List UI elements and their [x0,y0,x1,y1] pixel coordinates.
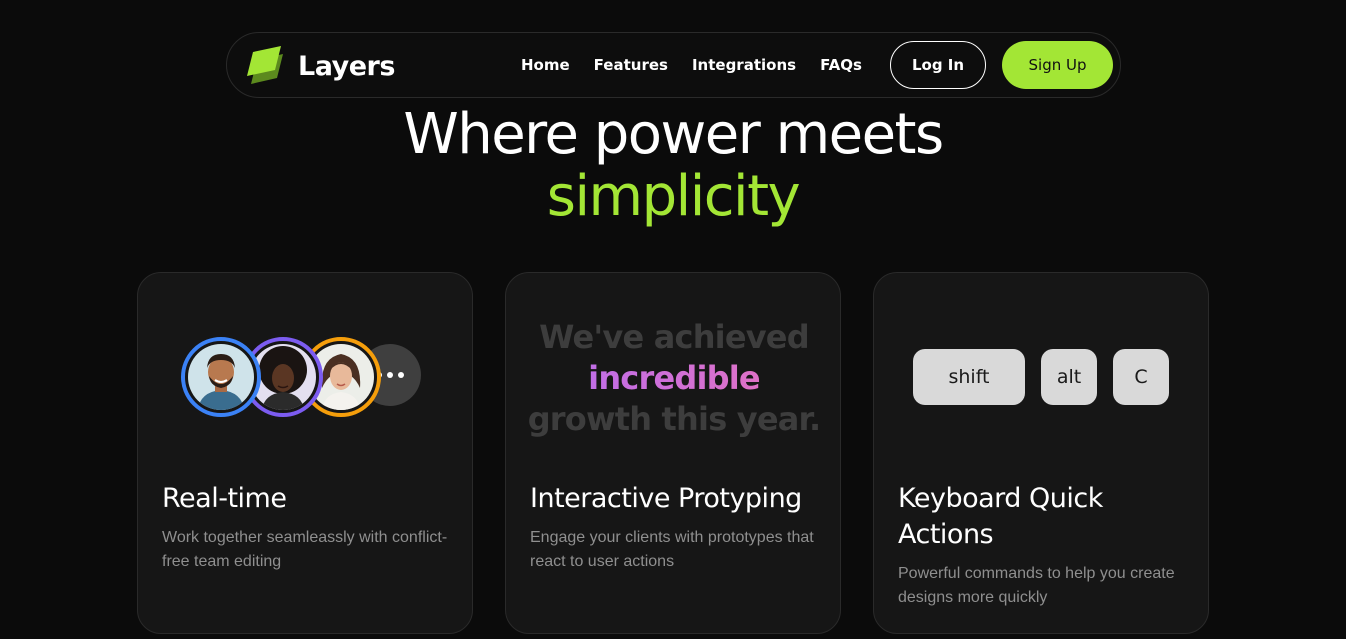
card-description: Work together seamleassly with conflict-… [162,529,448,570]
nav-link-faqs[interactable]: FAQs [820,56,862,74]
feature-card-keyboard: shift alt C Keyboard Quick Actions Power… [873,272,1209,634]
avatar [181,337,261,417]
signup-button[interactable]: Sign Up [1002,41,1113,89]
feature-card-prototyping: We've achieved incredible growth this ye… [505,272,841,634]
key-c: C [1113,349,1169,405]
brand-name: Layers [298,50,395,82]
nav-link-integrations[interactable]: Integrations [692,56,796,74]
reveal-text-line: growth this year. [527,400,821,438]
key-alt: alt [1041,349,1097,405]
card-description: Powerful commands to help you create des… [898,565,1175,606]
nav-link-features[interactable]: Features [594,56,668,74]
avatar-group [181,337,441,419]
hero-section: Where power meets simplicity [0,104,1346,228]
key-shift: shift [913,349,1025,405]
keyboard-keys: shift alt C [913,349,1169,405]
card-title: Real-time [162,483,287,514]
nav-links: Home Features Integrations FAQs [521,33,862,97]
card-description: Engage your clients with prototypes that… [530,529,814,570]
layers-logo-icon [243,42,291,90]
hero-heading: Where power meets [403,102,944,167]
reveal-text-highlight: incredible [506,358,840,399]
card-title: Keyboard Quick Actions [898,483,1103,550]
brand-logo[interactable]: Layers [243,42,395,90]
top-navbar: Layers Home Features Integrations FAQs L… [226,32,1121,98]
login-button[interactable]: Log In [890,41,986,89]
nav-link-home[interactable]: Home [521,56,570,74]
hero-heading-accent: simplicity [546,164,801,229]
card-title: Interactive Protyping [530,483,802,514]
animated-text-reveal: We've achieved incredible growth this ye… [506,317,840,440]
reveal-text-line: We've achieved [539,318,809,356]
feature-card-realtime: Real-time Work together seamleassly with… [137,272,473,634]
avatar-image [188,344,254,410]
